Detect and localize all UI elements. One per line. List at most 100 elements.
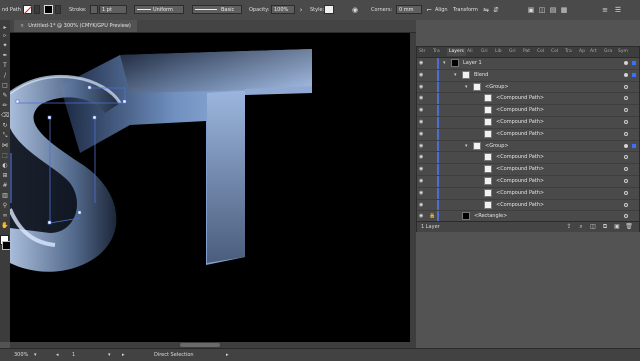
eye-icon[interactable]: ◉ bbox=[419, 202, 425, 207]
eye-icon[interactable]: ◉ bbox=[419, 96, 425, 101]
new-sublayer-icon[interactable]: ⧉ bbox=[601, 223, 609, 231]
rotate-tool-icon[interactable]: ↻ bbox=[1, 122, 9, 129]
collect-for-export-icon[interactable]: ⇪ bbox=[565, 223, 573, 231]
lock-toggle[interactable] bbox=[429, 154, 434, 160]
isolate-group-icon[interactable]: ▣ bbox=[526, 5, 536, 15]
locate-object-icon[interactable]: ⌕ bbox=[577, 223, 585, 231]
artboard-number[interactable]: 1 bbox=[72, 352, 75, 358]
target-icon[interactable] bbox=[624, 72, 628, 77]
layer-name[interactable]: <Compound Path> bbox=[496, 131, 544, 137]
fill-dropdown[interactable] bbox=[34, 5, 40, 14]
chevron-down-icon[interactable]: ▾ bbox=[465, 143, 468, 149]
eye-icon[interactable]: ◉ bbox=[419, 155, 425, 160]
eye-icon[interactable]: ◉ bbox=[419, 167, 425, 172]
panel-tab-lib[interactable]: Lib bbox=[495, 49, 502, 54]
blended-letters-artwork[interactable] bbox=[10, 33, 416, 342]
zoom-dropdown-icon[interactable]: ▾ bbox=[34, 352, 37, 358]
target-icon[interactable] bbox=[624, 61, 628, 65]
eye-icon[interactable]: ◉ bbox=[419, 214, 425, 219]
close-icon[interactable]: × bbox=[20, 23, 24, 29]
stroke-weight-field[interactable]: 1 pt bbox=[99, 5, 127, 14]
scale-tool-icon[interactable]: ⤡ bbox=[1, 132, 9, 139]
make-clipping-mask-icon[interactable]: ◫ bbox=[589, 223, 597, 231]
anchor-point[interactable] bbox=[122, 99, 127, 104]
gradient-tool-icon[interactable]: ▥ bbox=[1, 192, 9, 199]
artboard-canvas[interactable] bbox=[10, 33, 416, 342]
target-icon[interactable] bbox=[624, 190, 628, 195]
flip-horizontal-icon[interactable]: ⇋ bbox=[481, 5, 491, 15]
stroke-swatch[interactable] bbox=[44, 5, 53, 14]
lock-toggle[interactable] bbox=[429, 84, 434, 90]
panel-tab-gri[interactable]: Gri bbox=[481, 49, 488, 54]
recolor-artwork-icon[interactable]: ◉ bbox=[350, 5, 360, 15]
panel-tab-tra[interactable]: Tra bbox=[565, 49, 572, 54]
graphic-style-swatch[interactable] bbox=[324, 5, 334, 14]
anchor-point[interactable] bbox=[47, 115, 52, 120]
selection-indicator[interactable] bbox=[632, 143, 636, 148]
line-tool-icon[interactable]: / bbox=[1, 72, 9, 79]
panel-tab-gri[interactable]: Gri bbox=[509, 49, 516, 54]
panel-tab-ali[interactable]: Ali bbox=[467, 49, 473, 54]
target-icon[interactable] bbox=[624, 214, 628, 219]
zoom-level[interactable]: 300% bbox=[14, 352, 28, 358]
panel-tab-gra[interactable]: Gra bbox=[604, 49, 612, 54]
pen-tool-icon[interactable]: ✒ bbox=[1, 52, 9, 59]
blend-tool-icon[interactable]: ∞ bbox=[1, 212, 9, 219]
eye-icon[interactable]: ◉ bbox=[419, 108, 425, 113]
corners-field[interactable]: 0 mm bbox=[396, 5, 422, 14]
selection-indicator[interactable] bbox=[632, 61, 636, 65]
opacity-field[interactable]: 100% bbox=[271, 5, 295, 14]
horizontal-scroll-thumb[interactable] bbox=[180, 343, 220, 347]
target-icon[interactable] bbox=[624, 178, 628, 183]
select-similar-icon[interactable]: ▦ bbox=[559, 5, 569, 15]
shaper-tool-icon[interactable]: ✏ bbox=[1, 102, 9, 109]
layer-name[interactable]: <Group> bbox=[485, 84, 509, 90]
fill-swatch[interactable] bbox=[23, 5, 32, 14]
lock-toggle[interactable] bbox=[429, 60, 434, 66]
eye-icon[interactable]: ◉ bbox=[419, 178, 425, 183]
layer-row[interactable]: ◉ <Compound Path> bbox=[417, 164, 639, 176]
eye-icon[interactable]: ◉ bbox=[419, 84, 425, 89]
lock-toggle[interactable] bbox=[429, 119, 434, 125]
lock-toggle[interactable] bbox=[429, 178, 434, 184]
target-icon[interactable] bbox=[624, 96, 628, 101]
layer-name[interactable]: <Compound Path> bbox=[496, 95, 544, 101]
layer-name[interactable]: Blend bbox=[474, 72, 488, 78]
layer-row[interactable]: ◉ <Compound Path> bbox=[417, 187, 639, 200]
anchor-point[interactable] bbox=[15, 99, 20, 104]
panel-tab-ap[interactable]: Ap bbox=[579, 49, 585, 54]
layer-row[interactable]: ◉ <Compound Path> bbox=[417, 93, 639, 106]
lock-toggle[interactable] bbox=[429, 202, 434, 208]
eye-icon[interactable]: ◉ bbox=[419, 61, 425, 66]
variable-width-profile-dropdown[interactable]: Uniform bbox=[134, 5, 184, 14]
rectangle-tool-icon[interactable]: □ bbox=[1, 82, 9, 89]
status-menu-icon[interactable]: ▸ bbox=[226, 352, 229, 358]
target-icon[interactable] bbox=[624, 167, 628, 172]
panel-tab-layers[interactable]: Layers bbox=[447, 48, 466, 56]
panel-menu-icon[interactable]: ☰ bbox=[613, 5, 623, 15]
new-layer-icon[interactable]: ▣ bbox=[613, 223, 621, 231]
target-icon[interactable] bbox=[624, 202, 628, 207]
brush-definition-dropdown[interactable]: Basic bbox=[192, 5, 242, 14]
anchor-point[interactable] bbox=[87, 85, 92, 90]
mesh-tool-icon[interactable]: # bbox=[1, 182, 9, 189]
lock-toggle[interactable] bbox=[429, 166, 434, 172]
layer-name[interactable]: <Compound Path> bbox=[496, 119, 544, 125]
eye-icon[interactable]: ◉ bbox=[419, 119, 425, 124]
layer-name[interactable]: Layer 1 bbox=[463, 60, 482, 66]
anchor-point[interactable] bbox=[77, 210, 82, 215]
eye-icon[interactable]: ◉ bbox=[419, 72, 425, 77]
layer-row[interactable]: ◉ ▾ Layer 1 bbox=[417, 58, 639, 70]
layer-row[interactable]: ◉ ▾ <Group> bbox=[417, 81, 639, 94]
layer-name[interactable]: <Compound Path> bbox=[496, 202, 544, 208]
document-setup-icon[interactable]: ≡ bbox=[600, 5, 610, 15]
panel-tab-pat[interactable]: Pat bbox=[523, 49, 530, 54]
eraser-tool-icon[interactable]: ⌫ bbox=[1, 112, 9, 119]
layer-row[interactable]: ◉ ▾ Blend bbox=[417, 69, 639, 82]
target-icon[interactable] bbox=[624, 155, 628, 160]
layer-name[interactable]: <Compound Path> bbox=[496, 154, 544, 160]
delete-icon[interactable]: 🗑 bbox=[625, 223, 633, 231]
panel-tab-col[interactable]: Col bbox=[537, 49, 544, 54]
selection-tool-icon[interactable]: ▸ bbox=[1, 24, 9, 31]
chevron-down-icon[interactable]: ▾ bbox=[443, 60, 446, 66]
